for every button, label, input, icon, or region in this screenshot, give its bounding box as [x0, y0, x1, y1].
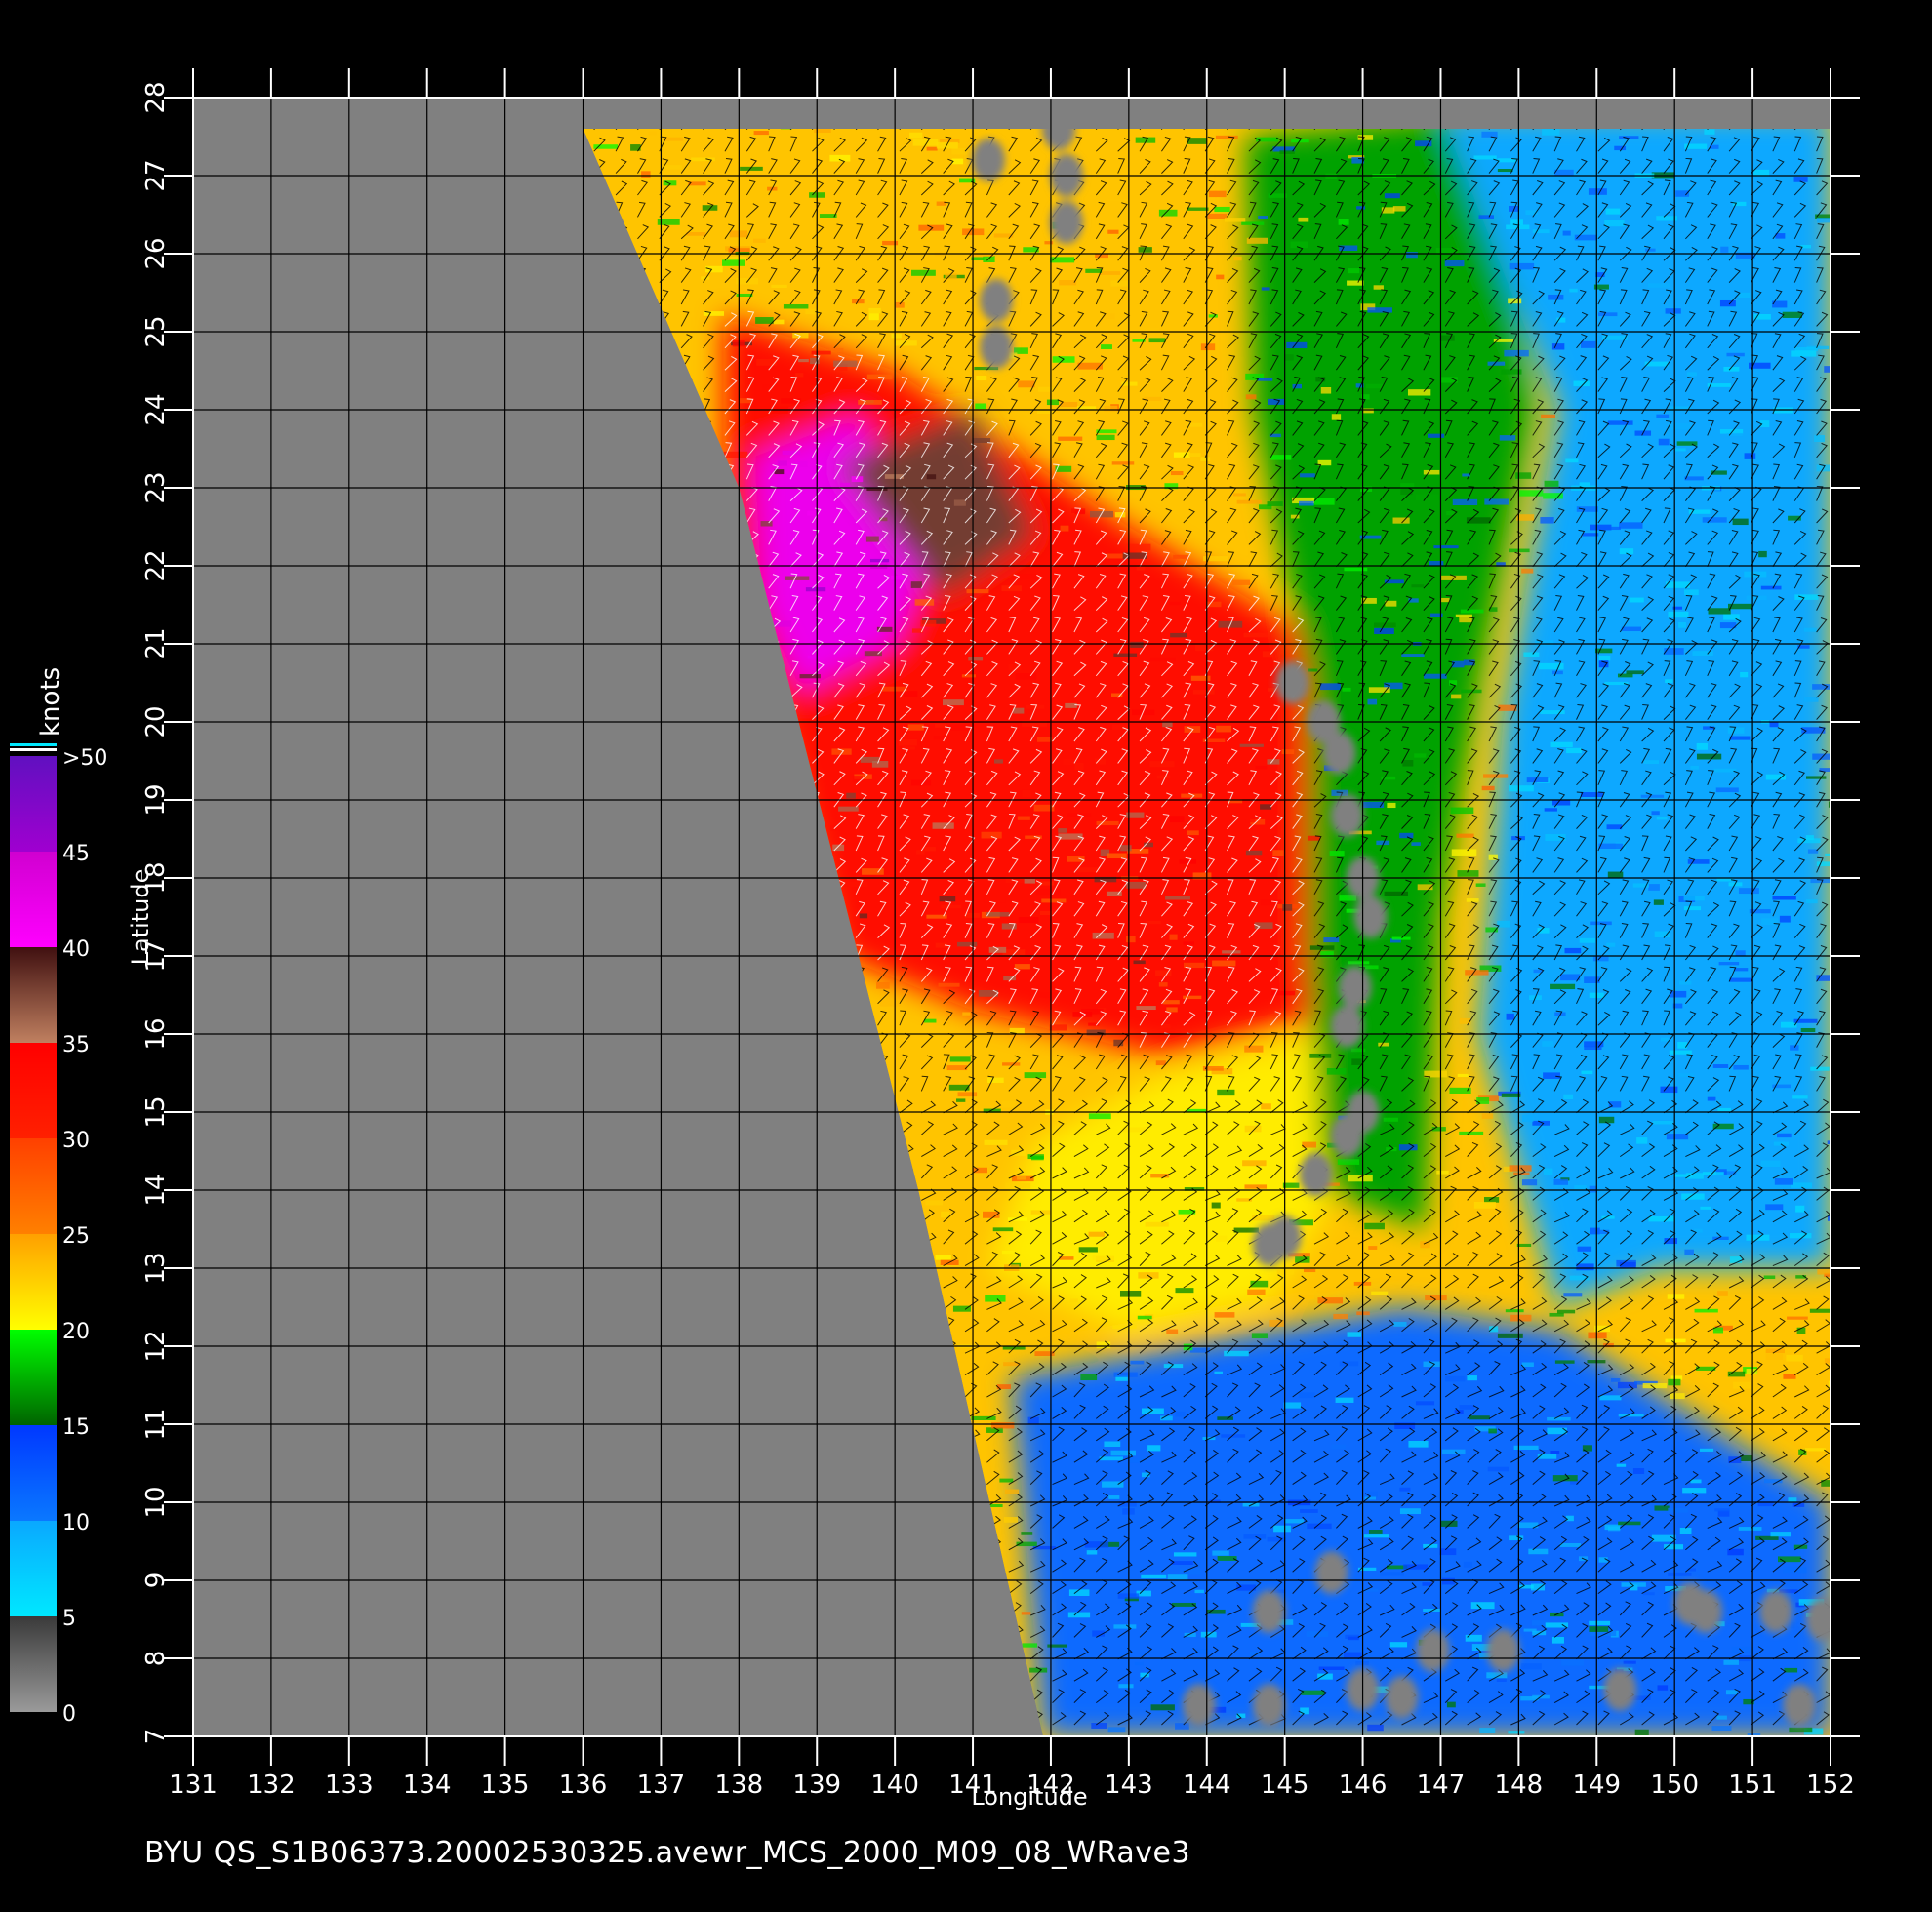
latitude-tick-label: 7 [141, 1729, 171, 1745]
rain-flag-spot [1330, 1114, 1364, 1157]
longitude-tick-label: 134 [403, 1771, 452, 1800]
rain-flag-spot [1252, 1223, 1286, 1266]
latitude-tick-label: 22 [141, 549, 171, 581]
rain-flag-spot [1314, 1551, 1348, 1594]
longitude-tick-label: 146 [1339, 1771, 1388, 1800]
colorbar-band [10, 1330, 57, 1425]
colorbar-tick-label: 40 [62, 937, 90, 962]
colorbar-tick-label: 5 [62, 1607, 76, 1631]
longitude-tick-label: 144 [1183, 1771, 1231, 1800]
latitude-tick-label: 20 [141, 705, 171, 737]
rain-flag-spot [1689, 1590, 1723, 1633]
latitude-tick-label: 14 [141, 1174, 171, 1206]
y-axis-label: Latitude [127, 869, 154, 966]
longitude-tick-label: 149 [1572, 1771, 1621, 1800]
rain-flag-spot [1330, 1005, 1364, 1048]
longitude-tick-label: 147 [1417, 1771, 1466, 1800]
colorbar-tick-label: 15 [62, 1415, 90, 1440]
rain-flag-spot [1182, 1684, 1216, 1727]
latitude-tick-label: 19 [141, 783, 171, 816]
rain-flag-spot [1252, 1684, 1286, 1727]
colorbar-band [10, 1521, 57, 1616]
rain-flag-spot [1603, 1668, 1637, 1711]
rain-flag-spot [1275, 661, 1309, 704]
latitude-tick-label: 16 [141, 1017, 171, 1050]
wind-speed-map: 131 132 133 134 135 136 137 138 139 140 141 142 143 1… [10, 68, 1860, 1811]
colorbar-band [10, 1138, 57, 1234]
colorbar-overflow-stripe [10, 743, 57, 746]
latitude-tick-label: 28 [141, 81, 171, 113]
rain-flag-spot [1385, 1676, 1419, 1719]
longitude-tick-label: 140 [870, 1771, 919, 1800]
longitude-tick-label: 131 [169, 1771, 218, 1800]
rain-flag-spot [1759, 1590, 1793, 1633]
colorbar-tick-label: 10 [62, 1511, 90, 1535]
colorbar-band [10, 1234, 57, 1330]
colorbar-band [10, 1425, 57, 1521]
latitude-tick-label: 21 [141, 627, 171, 659]
longitude-tick-label: 145 [1261, 1771, 1309, 1800]
latitude-tick-label: 15 [141, 1095, 171, 1128]
rain-flag-spot [1806, 1598, 1831, 1641]
colorbar-tick-label: 45 [62, 842, 90, 866]
x-axis-label: Longitude [971, 1783, 1087, 1811]
wind-speed-colorbar: 0 5 10 15 20 25 30 35 40 45 >50 [10, 743, 107, 1727]
longitude-tick-label: 132 [247, 1771, 296, 1800]
latitude-tick-label: 24 [141, 393, 171, 425]
longitude-tick-label: 139 [792, 1771, 841, 1800]
latitude-tick-label: 13 [141, 1252, 171, 1284]
colorbar-band [10, 947, 57, 1043]
latitude-tick-label: 11 [141, 1408, 171, 1440]
colorbar-tick-label: 35 [62, 1033, 90, 1057]
longitude-tick-label: 151 [1728, 1771, 1777, 1800]
longitude-tick-label: 148 [1495, 1771, 1544, 1800]
colorbar-unit-label: knots [36, 667, 65, 737]
rain-flag-spot [1486, 1629, 1520, 1672]
rain-flag-spot [1353, 896, 1388, 938]
colorbar-band [10, 1043, 57, 1138]
rain-flag-spot [1322, 732, 1356, 775]
colorbar-tick-label: 25 [62, 1224, 90, 1249]
colorbar-tick-label: 20 [62, 1320, 90, 1344]
colorbar-tick-label: 0 [62, 1702, 76, 1727]
longitude-tick-label: 152 [1806, 1771, 1855, 1800]
colorbar-tick-label: >50 [62, 746, 107, 771]
rain-flag-spot [1416, 1629, 1450, 1672]
rain-flag-spot [1338, 966, 1372, 1009]
longitude-tick-label: 137 [637, 1771, 686, 1800]
rain-flag-spot [1783, 1684, 1817, 1727]
longitude-tick-label: 150 [1650, 1771, 1699, 1800]
longitude-tick-label: 143 [1105, 1771, 1153, 1800]
colorbar-tick-label: 30 [62, 1129, 90, 1153]
rain-flag-spot [980, 279, 1014, 322]
rain-flag-spot [1049, 201, 1083, 244]
latitude-tick-label: 23 [141, 471, 171, 503]
latitude-tick-label: 27 [141, 159, 171, 191]
colorbar-band [10, 1616, 57, 1712]
latitude-tick-label: 26 [141, 237, 171, 269]
colorbar-band [10, 852, 57, 947]
longitude-tick-label: 133 [325, 1771, 374, 1800]
latitude-tick-label: 10 [141, 1486, 171, 1518]
product-id-caption: BYU QS_S1B06373.20002530325.avewr_MCS_20… [144, 1836, 1191, 1870]
rain-flag-spot [1252, 1590, 1286, 1633]
latitude-tick-label: 12 [141, 1330, 171, 1362]
longitude-tick-label: 135 [481, 1771, 530, 1800]
latitude-tick-label: 9 [141, 1573, 171, 1589]
colorbar-overflow-stripe [10, 748, 57, 751]
colorbar-band [10, 756, 57, 852]
longitude-tick-label: 136 [559, 1771, 608, 1800]
longitude-tick-label: 138 [715, 1771, 764, 1800]
latitude-tick-label: 25 [141, 315, 171, 347]
latitude-tick-label: 8 [141, 1651, 171, 1667]
